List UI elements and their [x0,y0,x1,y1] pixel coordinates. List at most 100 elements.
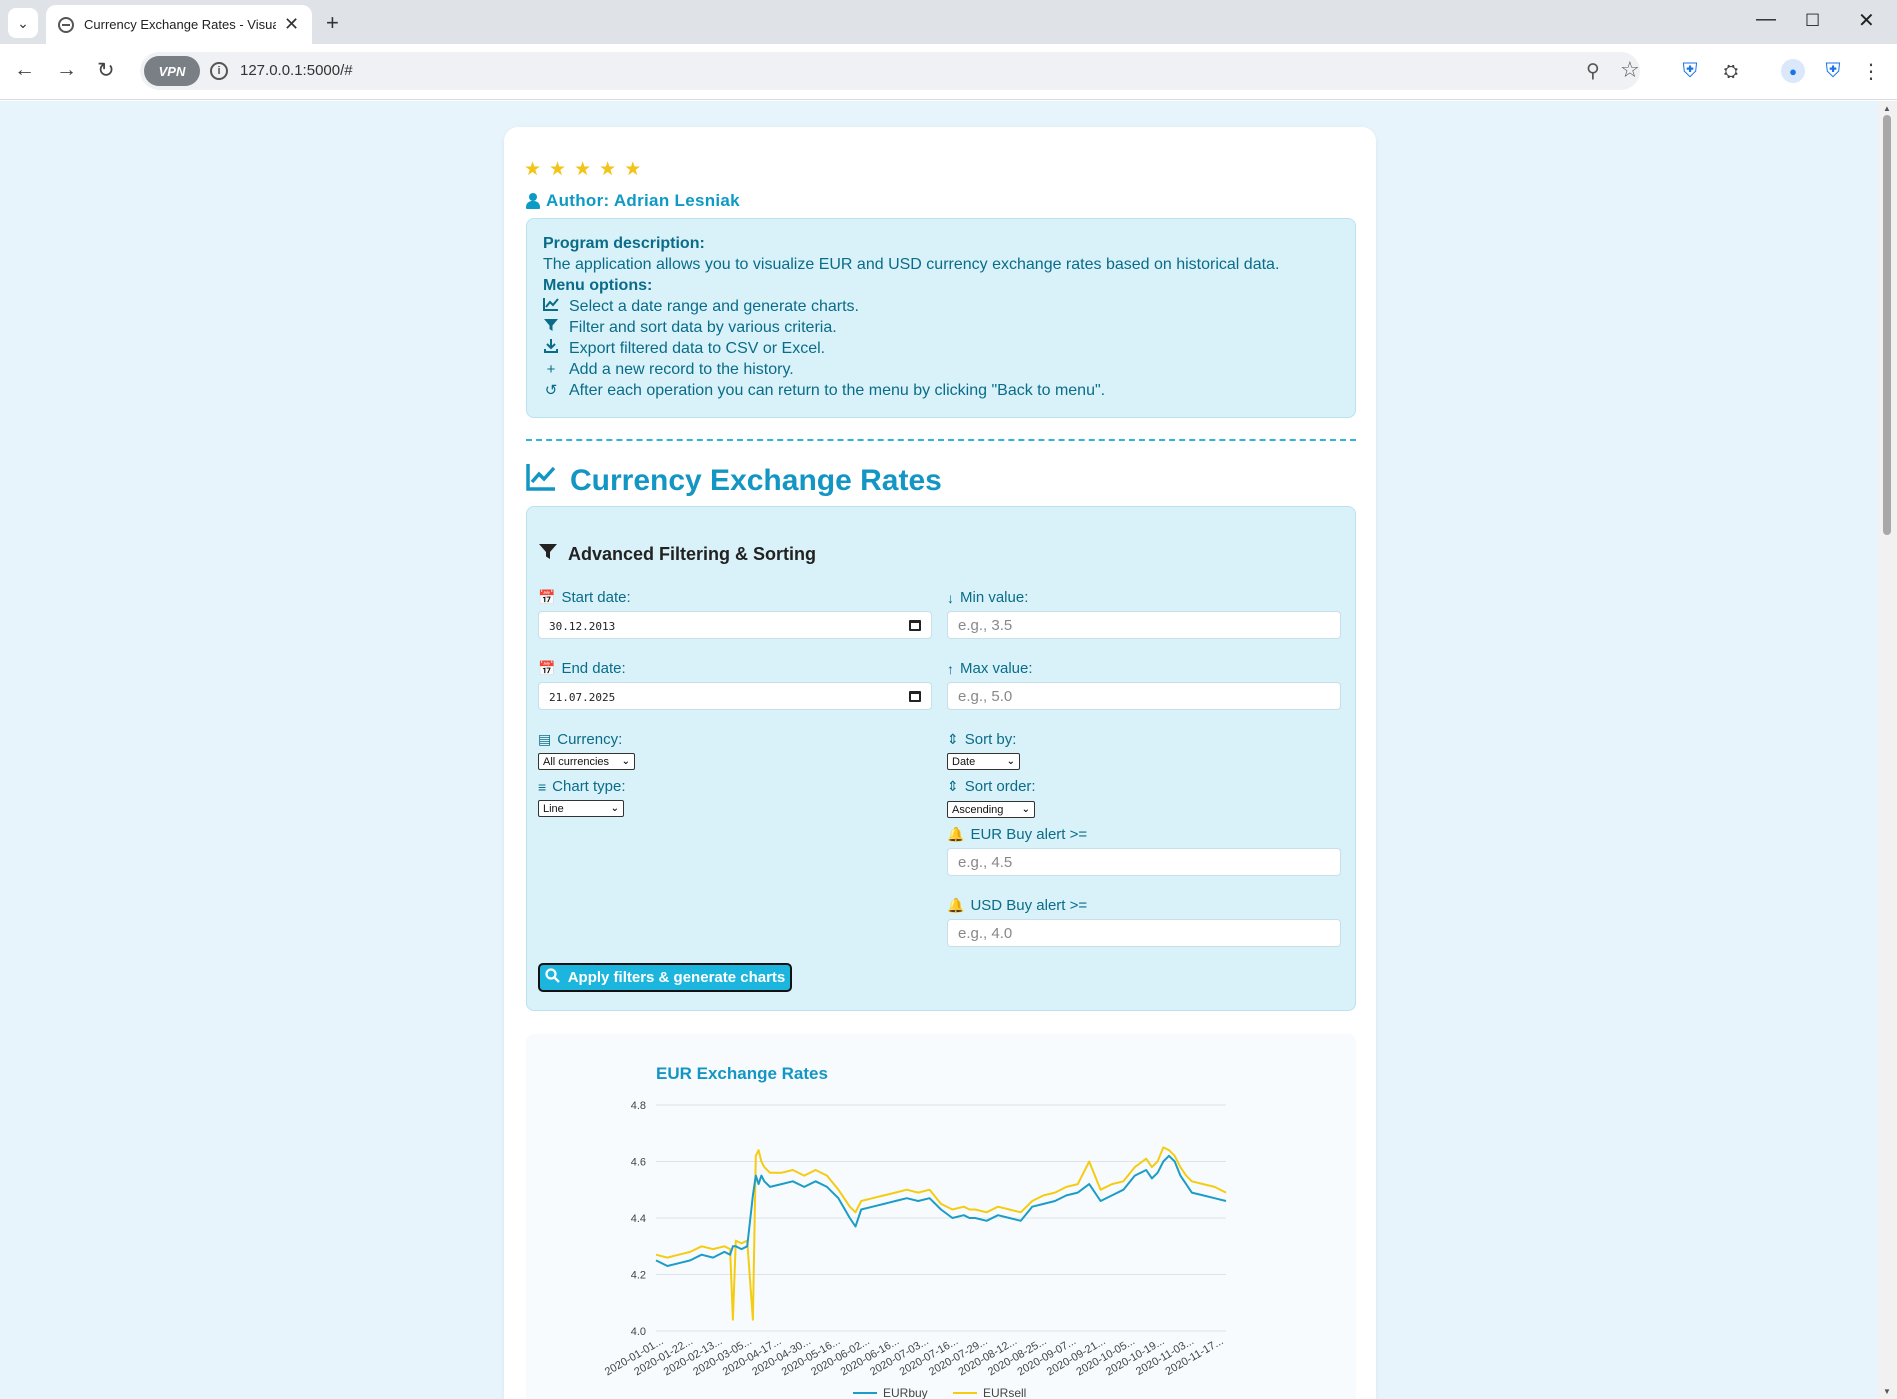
program-description: Program description: The application all… [526,218,1356,418]
eur-alert-input[interactable]: e.g., 4.5 [947,848,1341,876]
eur-exchange-rates-chart: EUR Exchange Rates4.04.24.44.64.82020-01… [603,1064,1227,1399]
browser-menu-icon[interactable]: ⋮ [1860,60,1882,83]
chevron-down-icon: ⌄ [17,14,29,31]
chevron-down-icon: ⌄ [621,756,630,767]
menu-option-item: Filter and sort data by various criteria… [543,317,1339,338]
y-tick-label: 4.8 [631,1100,646,1112]
end-date-input[interactable]: 21.07.2025 [538,682,932,710]
eur-alert-label: 🔔 EUR Buy alert >= [947,826,1088,843]
sort-icon: ⇕ [947,731,959,747]
arrow-up-icon: ↑ [947,660,954,677]
arrow-down-icon: ↓ [947,589,954,606]
author-line: Author: Adrian Lesniak [526,191,740,211]
star-icon: ★ [549,159,567,180]
series-line-eurbuy [655,1154,1227,1267]
back-icon[interactable]: ← [14,58,35,82]
section-divider [526,439,1356,441]
bell-icon: 🔔 [947,897,965,913]
min-value-label: ↓ Min value: [947,589,1029,606]
start-date-label: 📅 Start date: [538,589,631,606]
apply-button-label: Apply filters & generate charts [567,969,786,986]
start-date-input[interactable]: 30.12.2013 [538,611,932,639]
y-tick-label: 4.4 [631,1213,646,1225]
sort-icon: ⇕ [947,778,959,794]
star-icon: ★ [524,159,542,180]
minimize-icon[interactable]: — [1756,8,1776,31]
new-tab-button[interactable]: + [326,10,339,36]
download-icon [543,338,559,359]
author-name: Author: Adrian Lesniak [546,191,740,210]
site-info-icon[interactable]: i [210,62,228,80]
chart-type-select[interactable]: Line ⌄ [538,800,624,817]
menu-option-text: After each operation you can return to t… [569,382,1106,399]
scroll-thumb[interactable] [1883,115,1891,535]
filter-panel-title: Advanced Filtering & Sorting [539,543,816,565]
scroll-down-icon[interactable]: ▼ [1883,1387,1891,1396]
currency-label: ▤ Currency: [538,731,623,748]
chevron-down-icon: ⌄ [1021,804,1030,815]
chart-title: EUR Exchange Rates [656,1064,828,1083]
undo-icon: ↺ [544,382,558,399]
menu-option-text: Filter and sort data by various criteria… [569,319,837,336]
star-icon: ★ [574,159,592,180]
bell-icon: 🔔 [947,826,965,842]
window-close-icon[interactable]: ✕ [1858,8,1875,33]
calendar-picker-icon[interactable] [909,620,921,631]
page-title-text: Currency Exchange Rates [570,464,942,497]
profile-avatar-icon[interactable]: ● [1781,59,1805,83]
calendar-icon: 📅 [538,660,556,676]
star-icon: ★ [599,159,617,180]
description-text: The application allows you to visualize … [543,256,1280,273]
bookmark-star-icon[interactable]: ☆ [1620,57,1640,83]
browser-tab[interactable]: Currency Exchange Rates - Visualiz ✕ [46,5,312,44]
vpn-badge[interactable]: VPN [144,56,200,86]
close-icon[interactable]: ✕ [284,14,299,35]
maximize-icon[interactable]: ☐ [1805,11,1820,31]
extensions-puzzle-icon[interactable]: ⛭ [1720,60,1742,82]
sort-by-select[interactable]: Date ⌄ [947,753,1020,770]
shield-extension-icon[interactable]: ⛨ [1679,60,1701,82]
usd-alert-input[interactable]: e.g., 4.0 [947,919,1341,947]
filter-icon [543,317,559,338]
menu-option-item: + Add a new record to the history. [543,359,1339,380]
currency-select[interactable]: All currencies ⌄ [538,753,635,770]
menu-option-text: Export filtered data to CSV or Excel. [569,340,826,357]
tab-search-button[interactable]: ⌄ [8,8,38,38]
chart-type-label: ≡ Chart type: [538,778,626,795]
security-shield-icon[interactable]: ⛨ [1822,60,1844,82]
tab-title: Currency Exchange Rates - Visualiz [84,17,276,32]
url-text[interactable]: 127.0.0.1:5000/# [240,62,353,79]
y-tick-label: 4.6 [631,1157,646,1169]
zoom-icon[interactable]: ⚲ [1586,60,1600,83]
rating-stars: ★ ★ ★ ★ ★ [524,160,641,179]
menu-options-heading: Menu options: [543,277,653,294]
sort-order-select[interactable]: Ascending ⌄ [947,801,1035,818]
browser-toolbar: ← → ↻ VPN i 127.0.0.1:5000/# ⚲ ☆ [0,44,1897,100]
star-icon: ★ [624,159,642,180]
reload-icon[interactable]: ↻ [97,58,115,83]
end-date-label: 📅 End date: [538,660,626,677]
line-chart-icon [543,296,559,317]
max-value-label: ↑ Max value: [947,660,1033,677]
browser-tab-bar: ⌄ Currency Exchange Rates - Visualiz ✕ +… [0,0,1897,44]
legend-label: EURbuy [883,1386,928,1399]
chevron-down-icon: ⌄ [1006,756,1015,767]
calendar-icon: 📅 [538,589,556,605]
search-icon [545,968,560,987]
scroll-up-icon[interactable]: ▲ [1883,104,1891,113]
page-scrollbar[interactable]: ▲ ▼ [1878,101,1897,1399]
forward-icon[interactable]: → [56,58,77,82]
apply-filters-button[interactable]: Apply filters & generate charts [538,963,792,992]
address-bar[interactable]: VPN i 127.0.0.1:5000/# ⚲ ☆ [140,52,1640,90]
max-value-input[interactable]: e.g., 5.0 [947,682,1341,710]
plus-icon: + [546,361,556,378]
sort-order-label: ⇕ Sort order: [947,778,1036,795]
menu-option-text: Select a date range and generate charts. [569,298,859,315]
chevron-down-icon: ⌄ [610,803,619,814]
calendar-picker-icon[interactable] [909,691,921,702]
menu-option-text: Add a new record to the history. [569,361,794,378]
min-value-input[interactable]: e.g., 3.5 [947,611,1341,639]
chart-area-icon: ≡ [538,778,547,795]
y-tick-label: 4.2 [631,1270,646,1282]
filter-title-text: Advanced Filtering & Sorting [568,543,817,564]
